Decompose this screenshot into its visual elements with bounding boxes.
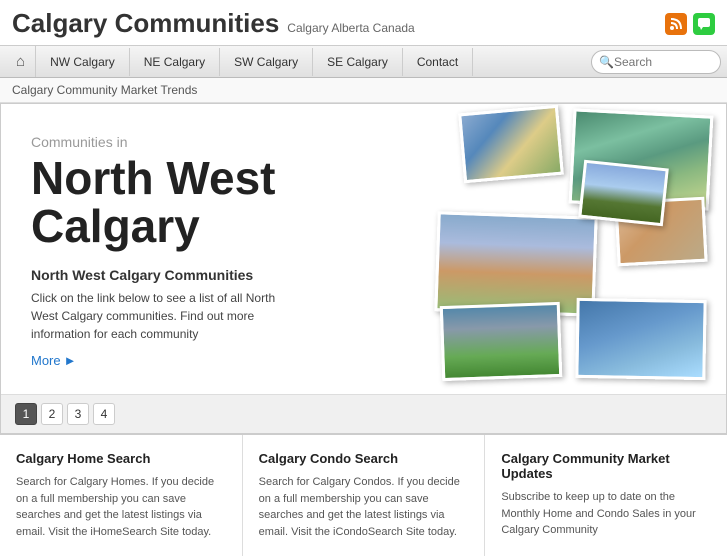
bottom-cards: Calgary Home Search Search for Calgary H… [0,434,727,556]
card-market-updates: Calgary Community Market Updates Subscri… [485,435,727,556]
photo-card-houses [578,160,669,227]
search-input[interactable] [591,50,721,74]
photo-collage [356,104,726,394]
page-button-2[interactable]: 2 [41,403,63,425]
site-subtitle: Calgary Alberta Canada [287,21,414,35]
site-title: Calgary Communities [12,8,279,39]
site-header: Calgary Communities Calgary Alberta Cana… [0,0,727,46]
hero-description: Click on the link below to see a list of… [31,289,301,343]
card-market-updates-text: Subscribe to keep up to date on the Mont… [501,489,711,539]
hero-section-title: North West Calgary Communities [31,267,351,283]
more-label: More [31,353,61,368]
hero-subtitle: Communities in [31,134,351,150]
page-button-1[interactable]: 1 [15,403,37,425]
more-arrow-icon: ► [64,353,77,368]
page-button-4[interactable]: 4 [93,403,115,425]
nav-item-contact[interactable]: Contact [403,48,473,76]
photo-card-aerial [458,105,564,183]
nav-item-sw-calgary[interactable]: SW Calgary [220,48,313,76]
rss-icon[interactable] [665,13,687,35]
search-wrapper: 🔍 [591,50,721,74]
photo-card-park [440,302,563,381]
card-home-search: Calgary Home Search Search for Calgary H… [0,435,243,556]
card-home-search-title: Calgary Home Search [16,451,226,466]
header-left: Calgary Communities Calgary Alberta Cana… [12,8,415,39]
nav-item-nw-calgary[interactable]: NW Calgary [36,48,130,76]
hero-more-link[interactable]: More ► [31,353,351,368]
navigation: ⌂ NW Calgary NE Calgary SW Calgary SE Ca… [0,46,727,78]
nav-item-ne-calgary[interactable]: NE Calgary [130,48,220,76]
card-condo-search-title: Calgary Condo Search [259,451,469,466]
nav-item-se-calgary[interactable]: SE Calgary [313,48,403,76]
card-condo-search: Calgary Condo Search Search for Calgary … [243,435,486,556]
hero-section: Communities in North WestCalgary North W… [1,104,726,394]
main-content: Communities in North WestCalgary North W… [0,103,727,434]
breadcrumb-text: Calgary Community Market Trends [12,83,197,97]
page-button-3[interactable]: 3 [67,403,89,425]
card-market-updates-title: Calgary Community Market Updates [501,451,711,481]
photo-card-water [575,298,706,380]
hero-title: North WestCalgary [31,154,351,251]
pagination: 1 2 3 4 [1,394,726,433]
nav-home-button[interactable]: ⌂ [6,46,36,77]
hero-text: Communities in North WestCalgary North W… [31,134,351,374]
header-icons [665,13,715,35]
chat-icon[interactable] [693,13,715,35]
card-home-search-text: Search for Calgary Homes. If you decide … [16,474,226,540]
photo-card-city [434,211,597,317]
card-condo-search-text: Search for Calgary Condos. If you decide… [259,474,469,540]
breadcrumb: Calgary Community Market Trends [0,78,727,103]
